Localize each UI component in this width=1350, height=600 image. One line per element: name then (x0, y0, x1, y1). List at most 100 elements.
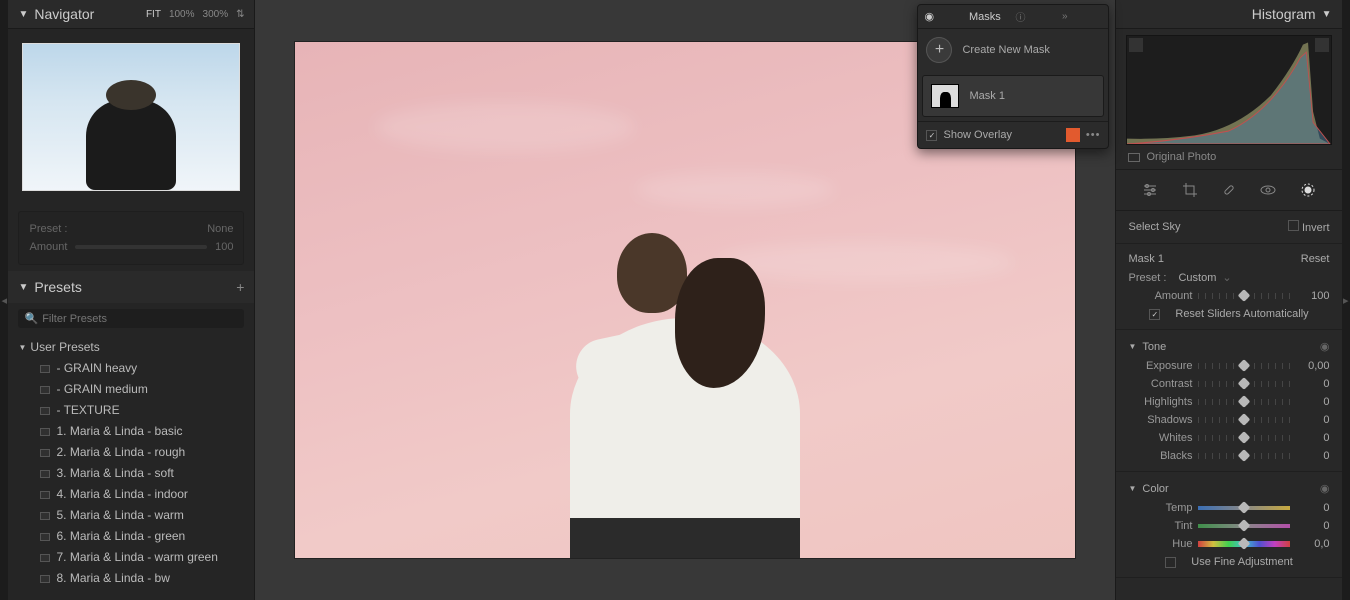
preset-item[interactable]: 6. Maria & Linda - green (18, 526, 244, 547)
eye-icon[interactable]: ◉ (924, 10, 965, 23)
canvas-area[interactable]: ◉ Masks ⓘ » + Create New Mask Mask 1 ✓ S… (255, 0, 1115, 600)
reset-button[interactable]: Reset (1301, 253, 1330, 265)
temp-value[interactable]: 0 (1296, 502, 1330, 514)
blacks-label: Blacks (1128, 450, 1192, 462)
navigator-thumbnail[interactable] (22, 43, 240, 191)
tone-section: ▼ Tone ◉ Exposure0,00 Contrast0 Highligh… (1116, 330, 1341, 472)
tint-slider[interactable] (1198, 521, 1289, 531)
preset-item-label: 2. Maria & Linda - rough (56, 444, 185, 461)
preset-swatch-icon (40, 428, 50, 436)
preset-swatch-icon (40, 386, 50, 394)
preset-item-label: - GRAIN medium (56, 381, 147, 398)
mask-info-section: Mask 1 Reset Preset : Custom ⌄ Amount 10… (1116, 244, 1341, 330)
preset-item-label: 6. Maria & Linda - green (56, 528, 185, 545)
search-icon: 🔍 (24, 312, 38, 325)
histogram-title: Histogram (1126, 6, 1315, 22)
tint-value[interactable]: 0 (1296, 520, 1330, 532)
eye-icon[interactable]: ◉ (1320, 482, 1330, 495)
mask-thumbnail (931, 84, 959, 108)
eye-icon[interactable]: ◉ (1320, 340, 1330, 353)
navigator-thumbnail-area (8, 29, 254, 205)
zoom-300[interactable]: 300% (203, 9, 229, 20)
invert-label[interactable]: Invert (1302, 222, 1330, 234)
expand-icon[interactable]: » (1062, 11, 1103, 22)
add-preset-icon[interactable]: + (236, 279, 244, 295)
preset-amount-slider[interactable] (75, 245, 207, 249)
temp-slider[interactable] (1198, 503, 1289, 513)
fine-adjustment-label[interactable]: Use Fine Adjustment (1191, 556, 1293, 568)
preset-item[interactable]: - GRAIN heavy (18, 358, 244, 379)
mask-item[interactable]: Mask 1 (922, 75, 1104, 117)
preset-item[interactable]: - TEXTURE (18, 400, 244, 421)
mask-preset-value[interactable]: Custom (1178, 272, 1216, 284)
preset-filter[interactable]: 🔍 (18, 309, 244, 328)
fine-adjustment-checkbox[interactable] (1165, 557, 1176, 568)
zoom-stepper-icon[interactable]: ⇅ (236, 9, 244, 20)
color-header[interactable]: ▼ Color ◉ (1128, 478, 1329, 499)
heal-icon[interactable] (1219, 180, 1239, 200)
histogram-header[interactable]: Histogram ▼ (1116, 0, 1341, 29)
right-edge-collapse[interactable]: ▸ (1342, 0, 1350, 600)
select-sky-section: Select Sky Invert (1116, 211, 1341, 244)
crop-icon[interactable] (1180, 180, 1200, 200)
reset-sliders-checkbox[interactable]: ✓ (1149, 309, 1160, 320)
exposure-slider[interactable] (1198, 361, 1289, 371)
info-icon[interactable]: ⓘ (1015, 9, 1056, 24)
shadows-slider[interactable] (1198, 415, 1289, 425)
highlights-value[interactable]: 0 (1296, 396, 1330, 408)
preset-item[interactable]: 7. Maria & Linda - warm green (18, 547, 244, 568)
mask-amount-slider[interactable] (1198, 291, 1289, 301)
tone-header[interactable]: ▼ Tone ◉ (1128, 336, 1329, 357)
show-overlay-label[interactable]: Show Overlay (943, 129, 1011, 141)
blacks-slider[interactable] (1198, 451, 1289, 461)
preset-item[interactable]: 3. Maria & Linda - soft (18, 463, 244, 484)
blacks-value[interactable]: 0 (1296, 450, 1330, 462)
create-mask-label: Create New Mask (962, 44, 1049, 56)
reset-sliders-label[interactable]: Reset Sliders Automatically (1175, 308, 1308, 320)
create-mask-row[interactable]: + Create New Mask (918, 29, 1108, 71)
more-icon[interactable]: ••• (1086, 129, 1101, 141)
hue-slider[interactable] (1198, 539, 1289, 549)
left-edge-collapse[interactable]: ◂ (0, 0, 8, 600)
plus-icon[interactable]: + (926, 37, 952, 63)
rectangle-icon (1128, 153, 1140, 162)
preset-item[interactable]: 5. Maria & Linda - warm (18, 505, 244, 526)
preset-amount-value: 100 (215, 241, 233, 253)
zoom-100[interactable]: 100% (169, 9, 195, 20)
overlay-color-swatch[interactable] (1066, 128, 1080, 142)
contrast-slider[interactable] (1198, 379, 1289, 389)
highlights-slider[interactable] (1198, 397, 1289, 407)
preset-item[interactable]: 4. Maria & Linda - indoor (18, 484, 244, 505)
preset-item[interactable]: 1. Maria & Linda - basic (18, 421, 244, 442)
whites-value[interactable]: 0 (1296, 432, 1330, 444)
masking-icon[interactable] (1298, 180, 1318, 200)
show-overlay-checkbox[interactable]: ✓ (926, 130, 937, 141)
mask-amount-value: 100 (1296, 290, 1330, 302)
preset-value[interactable]: None (207, 223, 233, 235)
masks-panel[interactable]: ◉ Masks ⓘ » + Create New Mask Mask 1 ✓ S… (917, 4, 1109, 149)
hue-value[interactable]: 0,0 (1296, 538, 1330, 550)
preset-item[interactable]: - GRAIN medium (18, 379, 244, 400)
preset-item[interactable]: 2. Maria & Linda - rough (18, 442, 244, 463)
histogram-display[interactable] (1126, 35, 1331, 145)
navigator-header[interactable]: ▼ Navigator FIT 100% 300% ⇅ (8, 0, 254, 29)
original-photo-label: Original Photo (1146, 151, 1216, 163)
invert-checkbox[interactable] (1288, 220, 1299, 231)
masks-header[interactable]: ◉ Masks ⓘ » (918, 5, 1108, 29)
contrast-value[interactable]: 0 (1296, 378, 1330, 390)
dropdown-icon[interactable]: ⌄ (1222, 271, 1231, 284)
sliders-icon[interactable] (1140, 180, 1160, 200)
select-sky-label: Select Sky (1128, 221, 1180, 233)
preset-item[interactable]: 8. Maria & Linda - bw (18, 568, 244, 589)
redeye-icon[interactable] (1258, 180, 1278, 200)
presets-header[interactable]: ▼ Presets + (8, 271, 254, 303)
original-photo-toggle[interactable]: Original Photo (1116, 145, 1341, 170)
shadows-value[interactable]: 0 (1296, 414, 1330, 426)
whites-slider[interactable] (1198, 433, 1289, 443)
preset-filter-input[interactable] (42, 313, 238, 325)
navigator-zoom-controls: FIT 100% 300% ⇅ (146, 9, 245, 20)
mask-amount-label: Amount (1128, 290, 1192, 302)
exposure-value[interactable]: 0,00 (1296, 360, 1330, 372)
zoom-fit[interactable]: FIT (146, 9, 161, 20)
preset-group-user[interactable]: ▼ User Presets (18, 336, 244, 358)
